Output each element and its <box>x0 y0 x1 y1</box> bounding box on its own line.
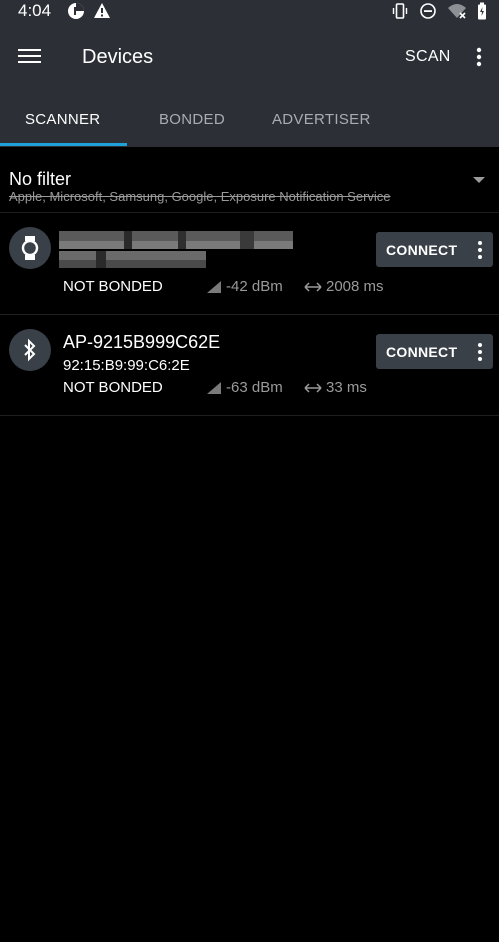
vibrate-icon <box>392 3 408 19</box>
app-bar: Devices SCAN <box>0 24 499 90</box>
divider <box>0 415 499 416</box>
device-avatar <box>9 227 51 269</box>
signal-strength-icon <box>207 280 221 293</box>
menu-button[interactable] <box>18 46 42 66</box>
advertising-interval: 33 ms <box>304 379 367 396</box>
bluetooth-icon <box>24 338 36 362</box>
rssi-indicator: -63 dBm <box>206 379 283 396</box>
rssi-indicator: -42 dBm <box>206 278 283 295</box>
tab-bar: SCANNER BONDED ADVERTISER <box>0 90 499 147</box>
dropdown-arrow-icon <box>473 177 485 183</box>
more-vert-icon <box>478 241 482 259</box>
data-saver-icon <box>68 3 84 19</box>
connect-button[interactable]: CONNECT <box>376 334 493 369</box>
do-not-disturb-icon <box>420 3 436 19</box>
more-vert-icon <box>476 47 482 67</box>
warning-icon <box>94 3 110 18</box>
signal-strength-icon <box>207 381 221 394</box>
device-address: 92:15:B9:99:C6:2E <box>63 357 190 374</box>
status-right-icons <box>391 2 487 20</box>
tab-bonded[interactable]: BONDED <box>159 111 225 128</box>
connect-label: CONNECT <box>386 344 458 360</box>
device-name: AP-9215B999C62E <box>63 332 221 352</box>
wifi-off-icon <box>448 4 466 19</box>
connect-button[interactable]: CONNECT <box>376 232 493 267</box>
filter-subtitle: Apple, Microsoft, Samsung, Google, Expos… <box>9 189 391 204</box>
hamburger-menu-icon <box>18 49 41 63</box>
status-bar: 4:04 <box>0 0 499 24</box>
rssi-value: -42 dBm <box>226 278 283 295</box>
device-more-button[interactable] <box>474 238 486 262</box>
bond-state: NOT BONDED <box>63 379 163 396</box>
bond-state: NOT BONDED <box>63 278 163 295</box>
device-row[interactable]: AP-9215B999C62E 92:15:B9:99:C6:2E NOT BO… <box>0 315 499 415</box>
device-row[interactable]: NOT BONDED -42 dBm 2008 ms CONNECT <box>0 213 499 313</box>
advertising-interval: 2008 ms <box>304 278 384 295</box>
watch-icon <box>21 236 39 260</box>
interval-arrows-icon <box>304 281 322 292</box>
status-left-icons <box>67 2 111 20</box>
connect-label: CONNECT <box>386 242 458 258</box>
overflow-menu-button[interactable] <box>470 44 488 70</box>
status-time: 4:04 <box>18 1 52 20</box>
interval-arrows-icon <box>304 382 322 393</box>
filter-title: No filter <box>9 169 72 189</box>
tab-advertiser[interactable]: ADVERTISER <box>272 111 371 128</box>
interval-value: 33 ms <box>326 379 367 396</box>
rssi-value: -63 dBm <box>226 379 283 396</box>
more-vert-icon <box>478 343 482 361</box>
tab-indicator <box>0 143 127 146</box>
tab-scanner[interactable]: SCANNER <box>25 111 100 128</box>
interval-value: 2008 ms <box>326 278 384 295</box>
scan-button[interactable]: SCAN <box>405 48 451 66</box>
device-more-button[interactable] <box>474 340 486 364</box>
filter-selector[interactable]: No filter Apple, Microsoft, Samsung, Goo… <box>0 147 499 212</box>
device-avatar <box>9 329 51 371</box>
page-title: Devices <box>82 46 154 68</box>
battery-icon <box>478 2 486 20</box>
